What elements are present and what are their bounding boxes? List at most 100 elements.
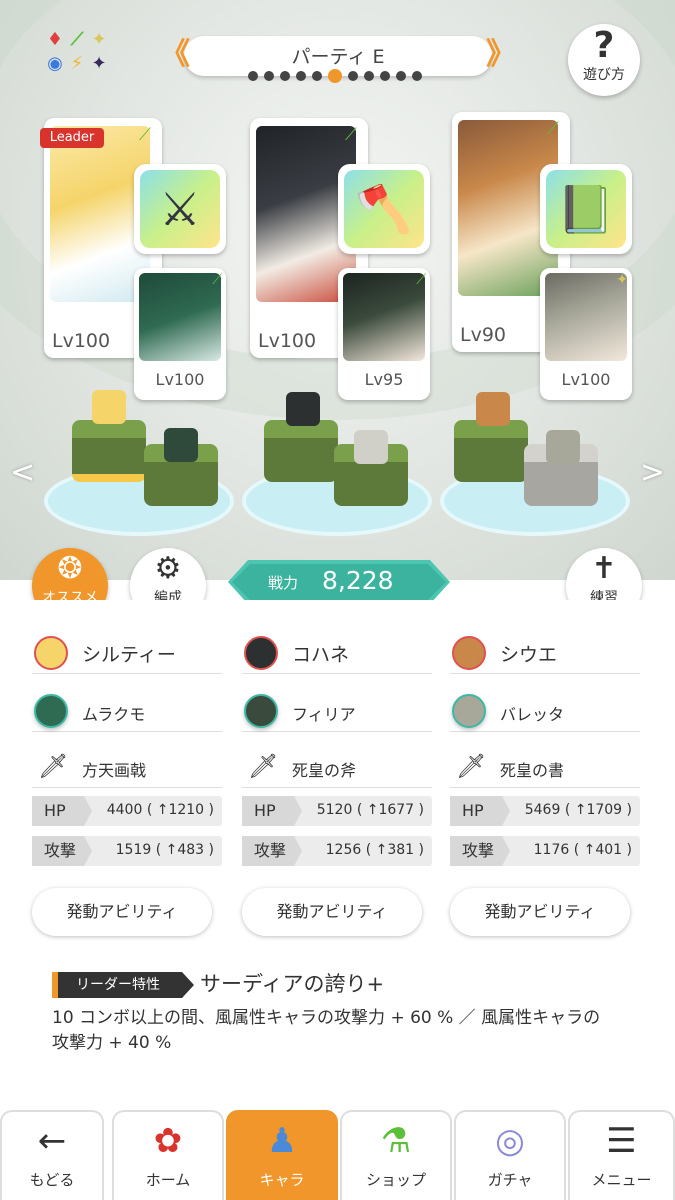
main-avatar: [244, 636, 278, 670]
weapon-name: 方天画戟: [82, 761, 147, 780]
hp-label: HP: [450, 796, 510, 826]
weapon-row[interactable]: 🗡 方天画戟: [32, 748, 222, 788]
nav-shop[interactable]: ⚗ ショップ: [340, 1110, 452, 1200]
attack-value: 1176 ( ↑401 ): [533, 842, 632, 858]
gacha-icon: ◎: [495, 1121, 525, 1161]
wind-element-icon[interactable]: ⟋: [66, 28, 88, 52]
sub-name: フィリア: [292, 705, 356, 724]
sub-avatar: [244, 694, 278, 728]
sub-member-card-1[interactable]: ⟋ Lv100: [134, 268, 226, 400]
nav-back-label: もどる: [29, 1171, 75, 1189]
sub-name: ムラクモ: [82, 705, 146, 724]
nav-shop-label: ショップ: [365, 1171, 426, 1189]
weapon-row[interactable]: 🗡 死皇の書: [450, 748, 640, 788]
page-dot[interactable]: [364, 71, 374, 81]
question-icon: ?: [593, 25, 615, 66]
wind-element-icon: ⟋: [345, 125, 357, 145]
page-dot[interactable]: [312, 71, 322, 81]
terrain-block: [454, 420, 528, 482]
battle-power-display: 戦力 8,228: [228, 560, 450, 604]
attack-label: 攻撃: [242, 836, 302, 866]
main-avatar: [452, 636, 486, 670]
pixel-sprite: [164, 428, 198, 462]
level-label: Lv100: [52, 330, 111, 352]
page-dot[interactable]: [348, 71, 358, 81]
main-name: シウエ: [500, 644, 558, 666]
ability-button[interactable]: 発動アビリティ: [242, 888, 422, 936]
scroll-left-arrow[interactable]: <: [10, 455, 35, 490]
sub-level-label: Lv100: [155, 370, 205, 389]
light-element-icon[interactable]: ✦: [88, 28, 110, 52]
nav-home-label: ホーム: [145, 1171, 191, 1189]
hp-stat: HP 4400 ( ↑1210 ): [32, 796, 222, 826]
hp-stat: HP 5120 ( ↑1677 ): [242, 796, 432, 826]
bottom-nav: ← もどる ✿ ホーム ♟ キャラ ⚗ ショップ ◎ ガチャ ☰ メニュー: [0, 1104, 675, 1200]
nav-menu-label: メニュー: [591, 1171, 652, 1189]
hp-stat: HP 5469 ( ↑1709 ): [450, 796, 640, 826]
sub-level-label: Lv100: [561, 370, 611, 389]
element-filter[interactable]: ♦ ⟋ ✦ ◉ ⚡ ✦: [44, 28, 134, 84]
hp-label: HP: [32, 796, 92, 826]
main-member-row[interactable]: シルティー: [32, 634, 222, 674]
page-dot[interactable]: [396, 71, 406, 81]
nav-gacha[interactable]: ◎ ガチャ: [454, 1110, 566, 1200]
terrain-block: [264, 420, 338, 482]
back-arrow-icon: ←: [37, 1121, 67, 1161]
nav-menu[interactable]: ☰ メニュー: [568, 1110, 675, 1200]
pixel-sprite: [92, 390, 126, 424]
page-dot[interactable]: [264, 71, 274, 81]
terrain-block: [72, 420, 146, 482]
weapon-slot-3[interactable]: 📗: [540, 164, 632, 254]
scroll-right-arrow[interactable]: >: [640, 455, 665, 490]
sub-member-row[interactable]: フィリア: [242, 692, 432, 732]
next-party-button[interactable]: 》: [486, 38, 516, 72]
sub-avatar: [452, 694, 486, 728]
level-label: Lv90: [460, 324, 507, 346]
thunder-element-icon[interactable]: ⚡: [66, 52, 88, 76]
sub-member-row[interactable]: バレッタ: [450, 692, 640, 732]
party-title: パーティ E: [291, 46, 385, 68]
hp-value: 4400 ( ↑1210 ): [106, 802, 214, 818]
party-selector: 《 パーティ E 》: [160, 36, 516, 83]
page-dot[interactable]: [280, 71, 290, 81]
sub-member-card-2[interactable]: ⟋ Lv95: [338, 268, 430, 400]
nav-chara[interactable]: ♟ キャラ: [226, 1110, 338, 1200]
help-button[interactable]: ? 遊び方: [568, 24, 640, 96]
page-dot[interactable]: [380, 71, 390, 81]
nav-home[interactable]: ✿ ホーム: [112, 1110, 224, 1200]
dark-element-icon[interactable]: ✦: [88, 52, 110, 76]
menu-list-icon: ☰: [606, 1121, 637, 1161]
main-member-row[interactable]: シウエ: [450, 634, 640, 674]
page-dot[interactable]: [296, 71, 306, 81]
leader-skill-description: 10 コンボ以上の間、風属性キャラの攻撃力 + 60 % ／ 風属性キャラの攻撃…: [52, 1008, 601, 1053]
home-icon: ✿: [153, 1121, 183, 1161]
light-element-icon: ✦: [616, 272, 628, 288]
nav-chara-label: キャラ: [259, 1171, 305, 1189]
weapon-slot-2[interactable]: 🪓: [338, 164, 430, 254]
weapon-icon: 🗡: [248, 752, 279, 780]
water-element-icon[interactable]: ◉: [44, 52, 66, 76]
fire-element-icon[interactable]: ♦: [44, 28, 66, 52]
page-dot[interactable]: [412, 71, 422, 81]
sub-member-card-3[interactable]: ✦ Lv100: [540, 268, 632, 400]
wind-element-icon: ⟋: [212, 272, 222, 288]
main-name: シルティー: [82, 644, 176, 666]
weapon-icon: 🗡: [456, 752, 487, 780]
sub-character-portrait: [343, 273, 425, 361]
page-dot[interactable]: [328, 69, 342, 83]
sub-level-label: Lv95: [364, 370, 404, 389]
weapon-icon: 🗡: [38, 752, 69, 780]
main-avatar: [34, 636, 68, 670]
page-dot[interactable]: [248, 71, 258, 81]
attack-stat: 攻撃 1256 ( ↑381 ): [242, 836, 432, 866]
nav-back[interactable]: ← もどる: [0, 1110, 104, 1200]
weapon-row[interactable]: 🗡 死皇の斧: [242, 748, 432, 788]
main-member-row[interactable]: コハネ: [242, 634, 432, 674]
ability-button[interactable]: 発動アビリティ: [450, 888, 630, 936]
ability-button[interactable]: 発動アビリティ: [32, 888, 212, 936]
attack-stat: 攻撃 1519 ( ↑483 ): [32, 836, 222, 866]
sub-member-row[interactable]: ムラクモ: [32, 692, 222, 732]
hp-value: 5469 ( ↑1709 ): [524, 802, 632, 818]
weapon-slot-1[interactable]: ⚔: [134, 164, 226, 254]
person-gear-icon: ⚙: [154, 551, 182, 586]
